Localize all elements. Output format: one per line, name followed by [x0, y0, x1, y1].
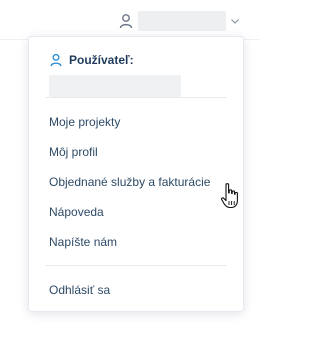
divider — [45, 97, 227, 98]
logout-link[interactable]: Odhlásiť sa — [49, 283, 110, 297]
user-label: Používateľ: — [69, 53, 134, 67]
user-icon — [50, 53, 62, 67]
user-dropdown-menu: Používateľ: Moje projekty Môj profil Obj… — [28, 36, 244, 312]
hand-pointer-cursor-icon — [220, 183, 238, 209]
dropdown-header: Používateľ: — [49, 53, 227, 97]
menu-item-help[interactable]: Nápoveda — [49, 205, 104, 219]
menu-item-my-projects[interactable]: Moje projekty — [49, 115, 120, 129]
username-redacted — [49, 75, 181, 97]
chevron-down-icon[interactable] — [230, 16, 240, 26]
divider — [45, 265, 227, 266]
username-redacted — [138, 11, 226, 31]
menu-item-services-billing[interactable]: Objednané služby a fakturácie — [49, 175, 210, 189]
user-icon — [119, 14, 133, 29]
top-bar — [0, 0, 260, 40]
menu-item-contact[interactable]: Napíšte nám — [49, 235, 117, 249]
user-menu-toggle[interactable] — [118, 10, 244, 32]
menu-item-my-profile[interactable]: Môj profil — [49, 145, 98, 159]
